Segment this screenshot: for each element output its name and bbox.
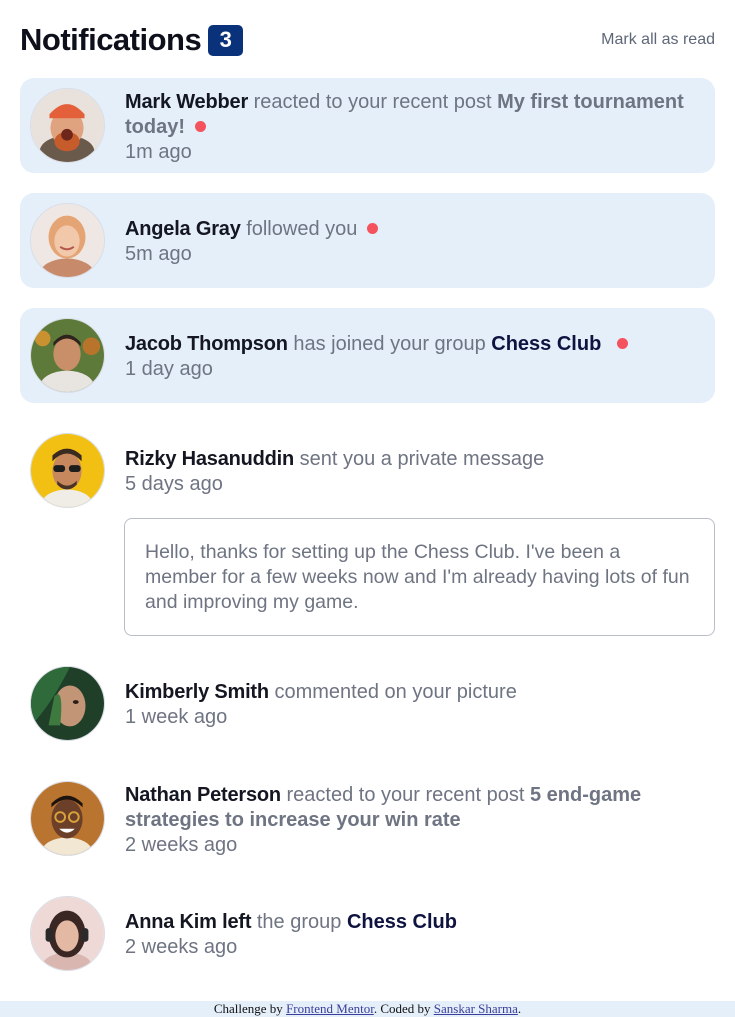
timestamp: 2 weeks ago (125, 834, 238, 856)
avatar (30, 781, 105, 856)
timestamp: 5 days ago (125, 473, 223, 495)
avatar (30, 433, 105, 508)
page-title: Notifications (20, 22, 202, 57)
footer-suffix: . (517, 1001, 522, 1016)
avatar-anna-kim-icon (31, 897, 104, 970)
avatar (30, 88, 105, 163)
notification-action: sent you a private message (299, 448, 545, 470)
frontend-mentor-link[interactable]: Frontend Mentor (286, 1001, 374, 1016)
unread-dot-icon (195, 121, 206, 132)
avatar-nathan-peterson-icon (31, 782, 104, 855)
notification-action: has joined your group (293, 333, 486, 355)
timestamp: 5m ago (125, 243, 192, 265)
avatar (30, 203, 105, 278)
notification-text: Jacob Thompson has joined your group Che… (125, 332, 699, 382)
group-link[interactable]: Chess Club (491, 333, 601, 355)
notification-text: Rizky Hasanuddin sent you a private mess… (125, 447, 699, 497)
avatar-kimberly-smith-icon (31, 667, 104, 740)
avatar-rizky-hasanuddin-icon (31, 434, 104, 507)
user-name[interactable]: Anna Kim left (125, 911, 251, 933)
avatar (30, 318, 105, 393)
notification-text: Anna Kim left the group Chess Club 2 wee… (125, 910, 699, 960)
notification-item[interactable]: Angela Gray followed you 5m ago (20, 193, 715, 288)
author-link[interactable]: Sanskar Sharma (434, 1001, 518, 1016)
attribution-footer: Challenge by Frontend Mentor. Coded by S… (0, 1001, 735, 1017)
unread-dot-icon (367, 223, 379, 234)
notification-action: reacted to your recent post (253, 91, 492, 113)
user-name[interactable]: Mark Webber (125, 91, 248, 113)
avatar (30, 896, 105, 971)
notification-item[interactable]: Nathan Peterson reacted to your recent p… (20, 771, 715, 866)
user-name[interactable]: Kimberly Smith (125, 681, 269, 703)
footer-prefix: Challenge by (213, 1001, 283, 1016)
user-name[interactable]: Angela Gray (125, 218, 241, 240)
notification-item[interactable]: Jacob Thompson has joined your group Che… (20, 308, 715, 403)
unread-count-badge: 3 (208, 24, 244, 56)
private-message[interactable]: Hello, thanks for setting up the Chess C… (124, 518, 715, 636)
notification-item[interactable]: Kimberly Smith commented on your picture… (20, 656, 715, 751)
timestamp: 1 day ago (125, 358, 213, 380)
avatar-jacob-thompson-icon (31, 319, 104, 392)
unread-dot-icon (617, 338, 629, 349)
timestamp: 2 weeks ago (125, 936, 238, 958)
notification-item[interactable]: Rizky Hasanuddin sent you a private mess… (20, 423, 715, 518)
notification-text: Kimberly Smith commented on your picture… (125, 680, 699, 730)
notification-action: followed you (246, 218, 358, 240)
notification-text: Nathan Peterson reacted to your recent p… (125, 783, 699, 858)
group-link[interactable]: Chess Club (347, 911, 457, 933)
notification-action: the group (256, 911, 342, 933)
user-name[interactable]: Rizky Hasanuddin (125, 448, 294, 470)
notification-text: Angela Gray followed you 5m ago (125, 217, 699, 267)
avatar (30, 666, 105, 741)
timestamp: 1m ago (125, 141, 192, 163)
notification-action: commented on your picture (274, 681, 517, 703)
avatar-angela-gray-icon (31, 204, 104, 277)
avatar-mark-webber-icon (31, 89, 104, 162)
title-group: Notifications 3 (20, 22, 244, 58)
timestamp: 1 week ago (125, 706, 228, 728)
notification-item[interactable]: Anna Kim left the group Chess Club 2 wee… (20, 886, 715, 981)
notification-action: reacted to your recent post (286, 784, 525, 806)
user-name[interactable]: Jacob Thompson (125, 333, 288, 355)
notifications-header: Notifications 3 Mark all as read (20, 22, 715, 58)
mark-all-read-button[interactable]: Mark all as read (601, 31, 715, 49)
notification-item[interactable]: Mark Webber reacted to your recent post … (20, 78, 715, 173)
user-name[interactable]: Nathan Peterson (125, 784, 281, 806)
footer-middle: . Coded by (373, 1001, 431, 1016)
notification-text: Mark Webber reacted to your recent post … (125, 90, 699, 165)
